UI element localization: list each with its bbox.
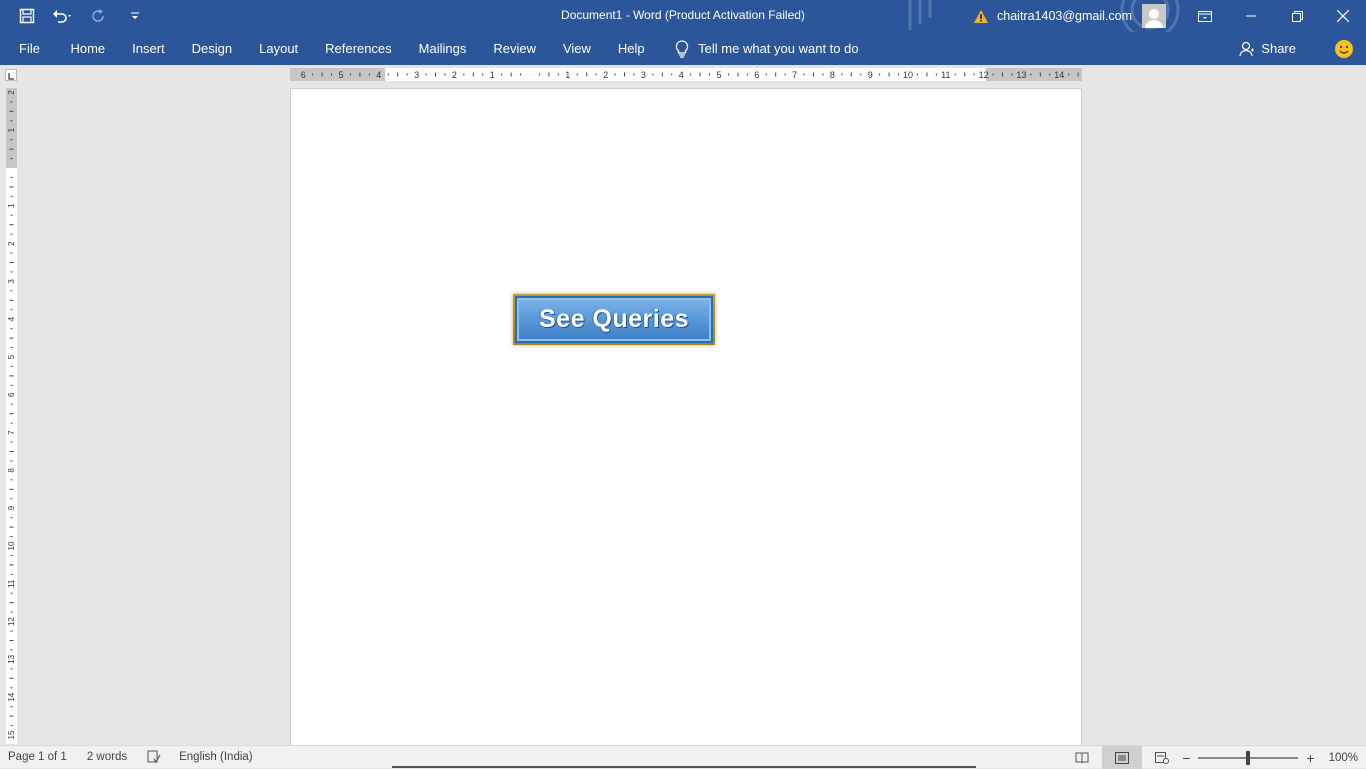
- ruler-tick-label: 3: [414, 70, 419, 80]
- ruler-tick-label: 9: [868, 70, 873, 80]
- zoom-slider-thumb[interactable]: [1246, 750, 1251, 765]
- title-bar-controls: chaitra1403@gmail.com: [971, 0, 1366, 32]
- ruler-tick-label: 1: [7, 203, 16, 208]
- status-right: − + 100%: [1062, 746, 1358, 769]
- ruler-tick-label: 2: [452, 70, 457, 80]
- see-queries-shape[interactable]: See Queries: [513, 294, 715, 345]
- ruler-tick-label: 7: [7, 430, 16, 435]
- close-icon: [1337, 10, 1349, 22]
- title-bar: Document1 - Word (Product Activation Fai…: [0, 0, 1366, 32]
- print-layout-button[interactable]: [1102, 746, 1143, 769]
- ribbon: File Home Insert Design Layout Reference…: [0, 32, 1366, 65]
- ruler-tick-label: 2: [7, 90, 16, 95]
- horizontal-ruler-ticks: 6 5 4 3 2 1 1 2 3 4 5 6 7 8 9 10 11 12 13 14: [301, 70, 1079, 80]
- person-share-icon: [1239, 41, 1255, 56]
- tab-insert[interactable]: Insert: [119, 32, 179, 65]
- account-email[interactable]: chaitra1403@gmail.com: [997, 9, 1132, 23]
- ruler-tick-label: 10: [903, 70, 913, 80]
- ruler-tick-label: 5: [716, 70, 721, 80]
- tab-stop-icon: [8, 73, 14, 80]
- ruler-tick-label: 9: [7, 505, 16, 510]
- ruler-tick-label: 2: [603, 70, 608, 80]
- ruler-tick-label: 1: [7, 127, 16, 132]
- web-layout-icon: [1155, 751, 1170, 764]
- warning-icon[interactable]: [971, 0, 991, 32]
- status-bar: Page 1 of 1 2 words English (India) − + …: [0, 745, 1366, 769]
- vertical-ruler-ticks: 21123456789101112131415: [7, 90, 16, 740]
- lightbulb-icon: [676, 39, 689, 58]
- tab-design[interactable]: Design: [178, 32, 245, 65]
- tab-selector[interactable]: [5, 69, 17, 81]
- read-mode-icon: [1075, 752, 1089, 763]
- ruler-tick-label: 1: [490, 70, 495, 80]
- tab-review[interactable]: Review: [480, 32, 550, 65]
- tab-home[interactable]: Home: [57, 32, 119, 65]
- ruler-tick-label: 14: [7, 692, 16, 701]
- share-button[interactable]: Share: [1239, 32, 1296, 65]
- ruler-tick-label: 4: [7, 316, 16, 321]
- ruler-tick-label: 14: [1054, 70, 1064, 80]
- ruler-tick-label: 7: [792, 70, 797, 80]
- ruler-tick-label: 1: [565, 70, 570, 80]
- tell-me-label: Tell me what you want to do: [698, 41, 859, 56]
- document-page[interactable]: See Queries: [290, 88, 1082, 748]
- zoom-level[interactable]: 100%: [1329, 752, 1358, 764]
- zoom-slider[interactable]: [1198, 750, 1299, 765]
- avatar[interactable]: [1142, 4, 1166, 28]
- restore-button[interactable]: [1274, 0, 1320, 32]
- see-queries-shape-body: See Queries: [515, 296, 713, 343]
- tab-file[interactable]: File: [0, 32, 57, 65]
- ruler-tick-label: 12: [979, 70, 989, 80]
- close-button[interactable]: [1320, 0, 1366, 32]
- tab-references[interactable]: References: [312, 32, 405, 65]
- language[interactable]: English (India): [179, 751, 253, 763]
- minimize-icon: [1246, 15, 1256, 17]
- tab-view[interactable]: View: [549, 32, 604, 65]
- ruler-tick-label: 4: [679, 70, 684, 80]
- ribbon-display-options-button[interactable]: [1182, 0, 1228, 32]
- ruler-tick-label: 5: [338, 70, 343, 80]
- share-label: Share: [1261, 41, 1296, 56]
- ruler-tick-label: 6: [7, 392, 16, 397]
- vertical-ruler[interactable]: 2 1 1 2 3 4 5 6 7 8 9 10 11 12 13 14 15: [6, 88, 17, 744]
- read-mode-button[interactable]: [1062, 746, 1102, 769]
- page-count[interactable]: Page 1 of 1: [8, 751, 67, 763]
- ribbon-tabs: File Home Insert Design Layout Reference…: [0, 32, 859, 65]
- horizontal-ruler[interactable]: 6 5 4 3 2 1 1 2 3 4 5 6 7 8 9 10 11 12 13 14: [290, 68, 1082, 81]
- ruler-tick-label: 10: [7, 541, 16, 550]
- ruler-tick-label: 3: [7, 279, 16, 284]
- web-layout-button[interactable]: [1142, 746, 1182, 769]
- zoom-in-button[interactable]: +: [1306, 750, 1314, 766]
- tab-mailings[interactable]: Mailings: [405, 32, 480, 65]
- zoom-out-button[interactable]: −: [1182, 750, 1190, 766]
- ruler-tick-label: 15: [7, 730, 16, 739]
- minimize-button[interactable]: [1228, 0, 1274, 32]
- proofing-icon[interactable]: [147, 750, 161, 764]
- ruler-tick-label: 13: [7, 654, 16, 663]
- ruler-tick-label: 8: [7, 468, 16, 473]
- ribbon-display-icon: [1198, 10, 1212, 22]
- status-left: Page 1 of 1 2 words English (India): [8, 750, 273, 764]
- word-count[interactable]: 2 words: [87, 751, 127, 763]
- print-layout-icon: [1115, 751, 1130, 764]
- ruler-tick-label: 8: [830, 70, 835, 80]
- see-queries-text: See Queries: [538, 305, 690, 333]
- ruler-tick-label: 13: [1016, 70, 1026, 80]
- ruler-tick-label: 12: [7, 617, 16, 626]
- ruler-tick-label: 4: [376, 70, 381, 80]
- ruler-tick-label: 2: [7, 241, 16, 246]
- ruler-tick-label: 6: [754, 70, 759, 80]
- tell-me-search[interactable]: Tell me what you want to do: [672, 39, 859, 59]
- ruler-tick-label: 6: [301, 70, 306, 80]
- ruler-tick-label: 3: [641, 70, 646, 80]
- restore-icon: [1291, 10, 1303, 22]
- tab-help[interactable]: Help: [604, 32, 658, 65]
- tab-layout[interactable]: Layout: [246, 32, 312, 65]
- smiley-feedback-icon[interactable]: [1334, 39, 1354, 59]
- ruler-tick-label: 11: [941, 70, 950, 80]
- ruler-tick-label: 5: [7, 354, 16, 359]
- ruler-tick-label: 11: [7, 579, 16, 588]
